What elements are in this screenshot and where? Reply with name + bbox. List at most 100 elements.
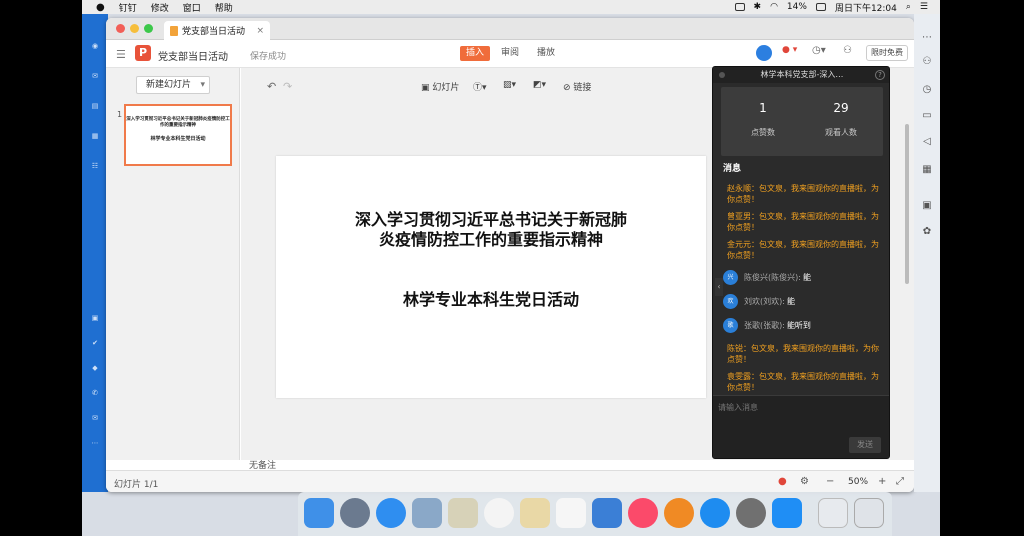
clock-icon[interactable]: ◷: [921, 84, 933, 96]
slide-subtitle[interactable]: 林学专业本科生党日活动: [276, 286, 706, 310]
search-icon[interactable]: ⌕: [906, 2, 911, 12]
numbers-icon[interactable]: [556, 498, 586, 528]
zoom-window-button[interactable]: [144, 24, 153, 33]
preview-icon[interactable]: [448, 498, 478, 528]
trash-icon[interactable]: [854, 498, 884, 528]
send-button[interactable]: 发送: [849, 437, 881, 453]
dingtalk-icon[interactable]: [772, 498, 802, 528]
window-thumbnail-icon[interactable]: [818, 498, 848, 528]
docs-icon[interactable]: ▤: [87, 102, 103, 116]
chat-input-area[interactable]: 请输入消息 发送: [713, 395, 889, 458]
photos-icon[interactable]: [484, 498, 514, 528]
avatar[interactable]: 歌: [723, 317, 738, 333]
workspace-icon[interactable]: ◉: [87, 42, 103, 56]
safari-icon[interactable]: [376, 498, 406, 528]
tab-review[interactable]: 审阅: [498, 46, 522, 61]
phone-icon[interactable]: ✆: [87, 389, 103, 403]
folder-icon[interactable]: ▭: [921, 110, 933, 122]
save-status: 保存成功: [250, 52, 287, 62]
tab-close-icon[interactable]: ×: [256, 26, 264, 36]
live-icon[interactable]: ▣: [921, 200, 933, 212]
keynote-icon[interactable]: [592, 498, 622, 528]
scrollbar[interactable]: [905, 124, 909, 284]
menu-edit[interactable]: 修改: [151, 1, 169, 14]
limited-free-button[interactable]: 限时免费: [866, 45, 908, 61]
zoom-out-button[interactable]: −: [826, 476, 834, 487]
menubar-status-icon[interactable]: [734, 3, 745, 11]
calendar-small-icon[interactable]: ▦: [921, 164, 933, 176]
add-member-icon[interactable]: ⚇: [921, 56, 933, 68]
slide-thumbnail-panel: 新建幻灯片 ▾ 1 深入学习贯彻习近平总书记关于新冠肺炎疫情防控工作的重要指示精…: [106, 68, 240, 460]
mail-app-icon[interactable]: [412, 498, 442, 528]
zoom-level[interactable]: 50%: [848, 477, 868, 487]
avatar[interactable]: 欢: [723, 293, 738, 309]
menu-help[interactable]: 帮助: [215, 1, 233, 14]
message-text: 能: [802, 272, 811, 282]
slides-button[interactable]: ▣ 幻灯片: [421, 80, 459, 93]
books-icon[interactable]: [664, 498, 694, 528]
apps-icon[interactable]: ✿: [921, 226, 933, 238]
chat-dot-icon: [719, 72, 725, 78]
clock-text[interactable]: 周日下午12:04: [835, 1, 897, 14]
image-icon[interactable]: ▨▾: [503, 80, 516, 90]
record-status-icon[interactable]: ●: [778, 476, 787, 487]
battery-icon[interactable]: [815, 3, 826, 11]
link-button[interactable]: ⊘ 链接: [563, 80, 591, 93]
presentation-app-icon: P: [135, 45, 151, 61]
chevron-down-icon[interactable]: ▾: [200, 77, 205, 93]
tab-insert[interactable]: 插入: [460, 46, 490, 61]
minimize-window-button[interactable]: [130, 24, 139, 33]
system-preferences-icon[interactable]: [736, 498, 766, 528]
zoom-in-button[interactable]: +: [878, 476, 886, 487]
user-avatar[interactable]: [756, 45, 772, 61]
ding-icon[interactable]: ◆: [87, 364, 103, 378]
document-tab[interactable]: 党支部当日活动 ×: [164, 21, 270, 40]
list-item: 欢 刘欢(刘欢): 能: [723, 293, 879, 309]
chat-input-placeholder[interactable]: 请输入消息: [718, 402, 758, 413]
avatar[interactable]: 兴: [723, 269, 738, 285]
more-options-icon[interactable]: ⋯: [921, 32, 933, 44]
more-icon[interactable]: ⋯: [87, 439, 103, 453]
finder-icon[interactable]: [304, 498, 334, 528]
document-title[interactable]: 党支部当日活动: [158, 48, 228, 63]
todo-icon[interactable]: ✔: [87, 339, 103, 353]
new-slide-label: 新建幻灯片: [146, 80, 192, 90]
slide-thumbnail[interactable]: 深入学习贯彻习近平总书记关于新冠肺炎疫情防控工作的重要指示精神 林学专业本科生党…: [124, 104, 232, 166]
wifi-icon[interactable]: ◠: [770, 2, 778, 12]
close-window-button[interactable]: [116, 24, 125, 33]
share-icon[interactable]: ⚙: [800, 476, 809, 487]
new-slide-button[interactable]: 新建幻灯片 ▾: [136, 76, 210, 94]
work-icon[interactable]: ▦: [87, 132, 103, 146]
mail-icon[interactable]: ✉: [87, 414, 103, 428]
music-icon[interactable]: [628, 498, 658, 528]
announcement-icon[interactable]: ◁: [921, 136, 933, 148]
slide-count: 幻灯片 1/1: [114, 480, 159, 490]
menu-window[interactable]: 窗口: [183, 1, 201, 14]
text-box-icon[interactable]: Ⓣ▾: [473, 80, 487, 93]
tab-play[interactable]: 播放: [534, 46, 558, 61]
contacts-icon[interactable]: ☷: [87, 162, 103, 176]
list-item: 赵永顺：包文泉，我来围观你的直播啦，为你点赞！: [727, 184, 879, 204]
menu-list-icon[interactable]: ☰: [920, 2, 928, 12]
history-icon[interactable]: ◷▾: [812, 45, 834, 61]
slide-canvas[interactable]: 深入学习贯彻习近平总书记关于新冠肺 炎疫情防控工作的重要指示精神 林学专业本科生…: [276, 156, 706, 398]
undo-icon[interactable]: ↶: [267, 80, 276, 93]
record-icon[interactable]: ● ▾: [782, 45, 804, 61]
menu-app[interactable]: 钉钉: [119, 1, 137, 14]
menu-icon[interactable]: ☰: [116, 48, 126, 61]
apple-icon[interactable]: ●: [96, 2, 105, 13]
shape-icon[interactable]: ◩▾: [533, 80, 546, 90]
help-icon[interactable]: ?: [875, 70, 885, 80]
chat-header: 林学本科党支部-深入… ?: [713, 67, 889, 83]
bluetooth-icon[interactable]: ✱: [754, 2, 762, 12]
collapse-chat-icon[interactable]: ‹: [715, 278, 723, 296]
redo-icon[interactable]: ↷: [283, 80, 292, 93]
message-icon[interactable]: ✉: [87, 72, 103, 86]
app-store-icon[interactable]: [700, 498, 730, 528]
slide-title[interactable]: 深入学习贯彻习近平总书记关于新冠肺 炎疫情防控工作的重要指示精神: [276, 210, 706, 250]
calendar-icon[interactable]: ▣: [87, 314, 103, 328]
add-user-icon[interactable]: ⚇: [843, 45, 859, 61]
notes-app-icon[interactable]: [520, 498, 550, 528]
fit-screen-icon[interactable]: ⤢: [896, 476, 904, 487]
launchpad-icon[interactable]: [340, 498, 370, 528]
